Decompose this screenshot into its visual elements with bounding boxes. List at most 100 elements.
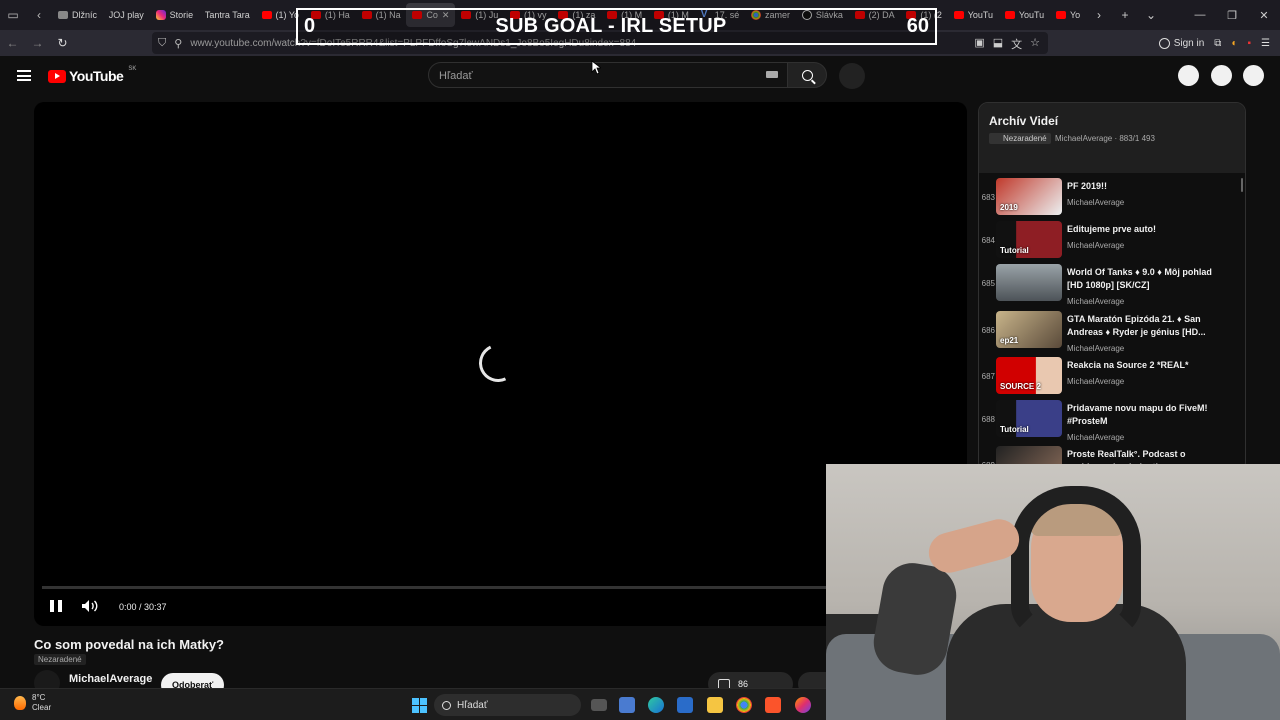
weather-icon bbox=[14, 696, 26, 710]
playlist-panel: Archív Videí Nezaradené MichaelAverage ·… bbox=[978, 102, 1246, 472]
taskbar-search[interactable]: Hľadať bbox=[434, 694, 581, 716]
webcam-person-hand bbox=[924, 514, 1024, 578]
playlist-item-thumbnail[interactable]: ep21 bbox=[996, 311, 1062, 348]
red-extension-icon[interactable]: ▪ bbox=[1247, 38, 1251, 49]
bookmark-star-icon[interactable]: ☆ bbox=[1030, 36, 1040, 52]
youtube-logo[interactable]: YouTube SK bbox=[48, 66, 137, 84]
playlist-item-thumbnail[interactable]: SOURCE 2 bbox=[996, 357, 1062, 394]
playlist-item-title[interactable]: PF 2019!! bbox=[1067, 180, 1215, 193]
playlist-item-title[interactable]: Editujeme prve auto! bbox=[1067, 223, 1215, 236]
chrome-icon[interactable] bbox=[736, 697, 752, 713]
tab-strip-controls: › + ⌄ bbox=[1086, 0, 1164, 30]
browser-tab[interactable]: Dlžníc bbox=[52, 3, 103, 27]
plain-favicon-icon bbox=[58, 11, 68, 19]
sub-goal-target: 60 bbox=[906, 15, 929, 37]
close-window-icon[interactable]: ✕ bbox=[1248, 9, 1280, 22]
youtube-wordmark: YouTube bbox=[69, 68, 124, 84]
weather-widget[interactable]: 8°C Clear bbox=[14, 693, 51, 713]
mouse-cursor-icon bbox=[591, 60, 601, 75]
playlist-item-title[interactable]: Reakcia na Source 2 *REAL* bbox=[1067, 359, 1215, 372]
pause-button[interactable] bbox=[50, 600, 62, 612]
windows-start-icon[interactable] bbox=[412, 698, 427, 713]
country-code: SK bbox=[128, 66, 137, 72]
forward-icon[interactable]: → bbox=[25, 36, 50, 50]
edge-icon[interactable] bbox=[648, 697, 664, 713]
playlist-item[interactable]: 683 2019 PF 2019!! MichaelAverage bbox=[979, 178, 1245, 220]
playlist-item[interactable]: 688 Tutorial Pridavame novu mapu do FiveM!… bbox=[979, 400, 1245, 442]
browser-tab[interactable]: Tantra Tara bbox=[199, 3, 256, 27]
taskbar-search-label: Hľadať bbox=[457, 699, 488, 711]
thumbnail-text: ep21 bbox=[1000, 336, 1019, 345]
browser-tab-label: Yo bbox=[1069, 10, 1081, 20]
avatar[interactable] bbox=[1243, 65, 1264, 86]
firefox-icon[interactable] bbox=[795, 697, 811, 713]
playlist-item-index: 684 bbox=[981, 236, 995, 245]
save-icon[interactable]: ⬓ bbox=[993, 36, 1003, 52]
sign-in-label: Sign in bbox=[1173, 37, 1205, 49]
photos-icon[interactable] bbox=[677, 697, 693, 713]
browser-tab[interactable]: JOJ play bbox=[103, 3, 150, 27]
tab-list-chevron-icon[interactable]: ⌄ bbox=[1138, 8, 1164, 22]
browser-tab[interactable]: Yo bbox=[1050, 3, 1086, 27]
notifications-icon[interactable] bbox=[1211, 65, 1232, 86]
browser-tab-label: Tantra Tara bbox=[204, 10, 250, 20]
playlist-status-badge: Nezaradené bbox=[989, 133, 1051, 144]
volume-icon[interactable] bbox=[81, 599, 99, 613]
playlist-item-thumbnail[interactable]: Tutorial bbox=[996, 400, 1062, 437]
playlist-item-thumbnail[interactable]: 2019 bbox=[996, 178, 1062, 215]
playlist-item-title[interactable]: GTA Maratón Epizóda 21. ♦ San Andreas ♦ … bbox=[1067, 313, 1215, 339]
playlist-item-thumbnail[interactable]: Tutorial bbox=[996, 221, 1062, 258]
youtube-favicon-icon bbox=[1055, 11, 1066, 19]
menu-icon[interactable]: ☰ bbox=[1261, 38, 1270, 49]
tab-overview-icon[interactable]: ▭ bbox=[0, 0, 26, 30]
guide-menu-icon[interactable] bbox=[17, 70, 31, 81]
maximize-icon[interactable]: ❐ bbox=[1216, 9, 1248, 22]
sign-in-button[interactable]: Sign in bbox=[1158, 37, 1205, 49]
voice-search-button[interactable] bbox=[839, 63, 865, 89]
playlist-item-channel: MichaelAverage bbox=[1067, 433, 1125, 442]
playlist-item[interactable]: 684 Tutorial Editujeme prve auto! MichaelAv… bbox=[979, 221, 1245, 263]
brave-icon[interactable] bbox=[765, 697, 781, 713]
browser-tab-label: YouTu bbox=[1018, 10, 1045, 20]
tab-scroll-left-icon[interactable]: ‹ bbox=[26, 0, 52, 30]
weather-text: 8°C Clear bbox=[32, 693, 51, 713]
playlist-item[interactable]: 686 ep21 GTA Maratón Epizóda 21. ♦ San And… bbox=[979, 311, 1245, 353]
playlist-item-index: 687 bbox=[981, 372, 995, 381]
browser-tab[interactable]: Storie bbox=[150, 3, 199, 27]
minimize-icon[interactable]: — bbox=[1184, 9, 1216, 21]
search-input[interactable] bbox=[439, 68, 739, 84]
reload-icon[interactable]: ↻ bbox=[50, 36, 75, 50]
playlist-item-index: 686 bbox=[981, 326, 995, 335]
extensions-icon[interactable]: ⧉ bbox=[1214, 38, 1221, 49]
progress-bar[interactable] bbox=[42, 586, 959, 589]
translate-icon[interactable]: 文 bbox=[1011, 36, 1022, 52]
browser-tab[interactable]: YouTu bbox=[999, 3, 1050, 27]
new-tab-icon[interactable]: + bbox=[1112, 8, 1138, 22]
tab-scroll-right-icon[interactable]: › bbox=[1086, 8, 1112, 22]
search-button[interactable] bbox=[787, 62, 827, 88]
playlist-meta: MichaelAverage · 883/1 493 bbox=[1055, 134, 1155, 143]
file-explorer-icon[interactable] bbox=[707, 697, 723, 713]
playlist-title[interactable]: Archív Videí bbox=[989, 114, 1058, 128]
playlist-item-title[interactable]: Pridavame novu mapu do FiveM! #ProsteM bbox=[1067, 402, 1215, 428]
site-settings-icon[interactable]: ⚲ bbox=[174, 37, 182, 50]
browser-toolbar-right: Sign in ⧉ ◐ ▪ ☰ bbox=[1158, 30, 1280, 56]
shield-icon[interactable]: ⛉ bbox=[158, 37, 166, 50]
back-icon[interactable]: ← bbox=[0, 36, 25, 50]
search-icon bbox=[801, 69, 813, 81]
pip-icon[interactable]: ▣ bbox=[974, 36, 984, 52]
thumbnail-text: 2019 bbox=[1000, 203, 1018, 212]
playlist-item-title[interactable]: World Of Tanks ♦ 9.0 ♦ Môj pohlad [HD 10… bbox=[1067, 266, 1215, 292]
store-icon[interactable] bbox=[619, 697, 635, 713]
task-view-icon[interactable] bbox=[591, 699, 607, 711]
sub-goal-current: 0 bbox=[304, 15, 316, 37]
playlist-item[interactable]: 687 SOURCE 2 Reakcia na Source 2 *REAL* Mic… bbox=[979, 357, 1245, 399]
color-extension-icon[interactable]: ◐ bbox=[1231, 38, 1237, 49]
webcam-overlay bbox=[826, 464, 1280, 720]
playlist-item[interactable]: 685 World Of Tanks ♦ 9.0 ♦ Môj pohlad [HD… bbox=[979, 264, 1245, 306]
browser-tab[interactable]: YouTu bbox=[948, 3, 999, 27]
create-icon[interactable] bbox=[1178, 65, 1199, 86]
playlist-item-thumbnail[interactable] bbox=[996, 264, 1062, 301]
channel-name[interactable]: MichaelAverage bbox=[69, 673, 152, 685]
keyboard-icon[interactable] bbox=[766, 71, 778, 78]
